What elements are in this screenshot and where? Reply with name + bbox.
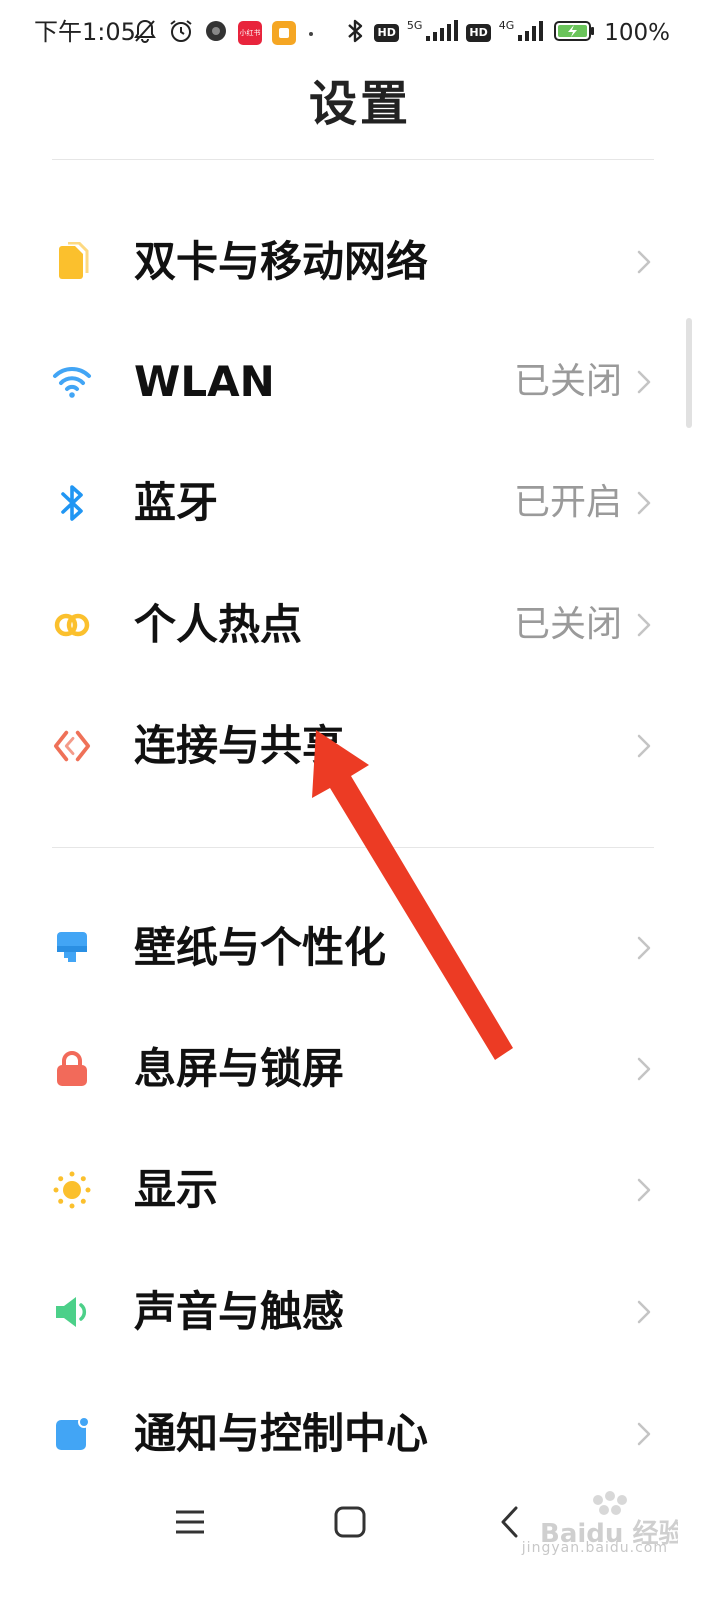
status-system-icons: HD 5G HD 4G 100% xyxy=(344,18,670,48)
settings-item-wlan[interactable]: WLAN 已关闭 xyxy=(0,322,720,442)
dot-icon xyxy=(306,24,316,43)
settings-item-label: WLAN xyxy=(134,357,275,406)
notification-icon xyxy=(52,1412,92,1456)
chevron-right-icon xyxy=(637,1300,651,1324)
settings-item-display[interactable]: 显示 xyxy=(0,1130,720,1250)
settings-item-status: 已关闭 xyxy=(513,604,622,645)
chevron-right-icon xyxy=(637,936,651,960)
speaker-icon xyxy=(52,1290,92,1334)
hotspot-icon xyxy=(52,603,92,647)
network-type-1: 5G xyxy=(406,18,423,32)
signal-icon-1 xyxy=(424,19,459,47)
hd-badge-1: HD xyxy=(374,24,399,42)
header-divider xyxy=(52,159,654,160)
settings-item-connection-share[interactable]: 连接与共享 xyxy=(0,686,720,806)
chevron-right-icon xyxy=(637,250,651,274)
connection-share-icon xyxy=(52,724,92,768)
scrollbar[interactable] xyxy=(686,318,692,428)
home-icon xyxy=(334,1506,366,1538)
settings-item-wallpaper[interactable]: 壁纸与个性化 xyxy=(0,888,720,1008)
chevron-right-icon xyxy=(637,1057,651,1081)
settings-item-label: 息屏与锁屏 xyxy=(134,1044,345,1093)
chevron-right-icon xyxy=(637,734,651,758)
settings-item-hotspot[interactable]: 个人热点 已关闭 xyxy=(0,565,720,685)
settings-item-label: 双卡与移动网络 xyxy=(134,237,429,286)
signal-icon-2 xyxy=(516,19,546,47)
settings-item-bluetooth[interactable]: 蓝牙 已开启 xyxy=(0,443,720,563)
group-divider xyxy=(52,847,654,848)
settings-item-label: 蓝牙 xyxy=(134,478,219,527)
settings-item-label: 显示 xyxy=(134,1165,219,1214)
status-notification-icons: 小红书 xyxy=(132,18,316,48)
battery-percent: 100% xyxy=(604,20,670,46)
menu-button[interactable] xyxy=(160,1494,220,1550)
settings-item-label: 壁纸与个性化 xyxy=(134,923,387,972)
alarm-icon xyxy=(168,18,194,48)
home-button[interactable] xyxy=(320,1494,380,1550)
settings-item-lock-screen[interactable]: 息屏与锁屏 xyxy=(0,1009,720,1129)
network-type-2: 4G xyxy=(498,18,515,32)
settings-item-status: 已开启 xyxy=(513,482,622,523)
chevron-right-icon xyxy=(637,613,651,637)
watermark-subtext: jingyan.baidu.com xyxy=(521,1540,668,1556)
chevron-right-icon xyxy=(637,1178,651,1202)
settings-item-label: 通知与控制中心 xyxy=(134,1409,429,1458)
back-icon xyxy=(501,1506,518,1538)
chevron-right-icon xyxy=(637,1422,651,1446)
lock-icon xyxy=(52,1047,92,1091)
bluetooth-status-icon xyxy=(344,17,366,49)
notes-icon xyxy=(272,21,296,45)
app-icon xyxy=(204,19,228,47)
settings-item-dual-sim[interactable]: 双卡与移动网络 xyxy=(0,202,720,322)
status-time: 下午1:05 xyxy=(34,18,136,46)
chevron-right-icon xyxy=(637,370,651,394)
status-bar: 下午1:05 小红书 HD 5G HD 4G 100% xyxy=(0,0,720,64)
xiaohongshu-icon: 小红书 xyxy=(238,21,262,45)
settings-item-label: 个人热点 xyxy=(134,600,303,649)
mute-bell-icon xyxy=(132,18,158,48)
settings-item-sound[interactable]: 声音与触感 xyxy=(0,1252,720,1372)
chevron-right-icon xyxy=(637,491,651,515)
settings-item-label: 连接与共享 xyxy=(134,721,345,770)
sim-card-icon xyxy=(52,240,92,284)
wifi-icon xyxy=(52,360,92,404)
menu-icon xyxy=(176,1510,204,1534)
settings-item-status: 已关闭 xyxy=(513,361,622,402)
hd-badge-2: HD xyxy=(466,24,491,42)
battery-charging-icon xyxy=(554,19,596,47)
bluetooth-icon xyxy=(52,481,92,525)
page-title: 设置 xyxy=(308,76,411,132)
wallpaper-icon xyxy=(52,926,92,970)
settings-item-label: 声音与触感 xyxy=(134,1287,345,1336)
sun-icon xyxy=(52,1168,92,1212)
